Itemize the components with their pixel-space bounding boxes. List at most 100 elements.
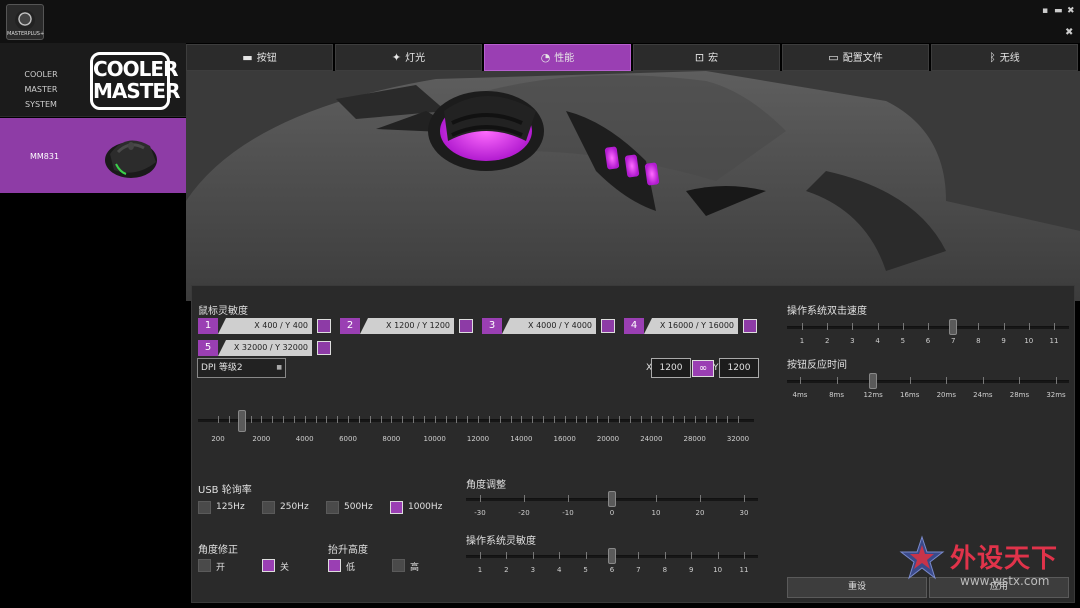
dpi-slot-5[interactable]: 5 X 32000 / Y 32000 (198, 340, 338, 356)
slider-minor-tick (608, 416, 609, 423)
slider-tick-label: 9 (688, 566, 694, 574)
dpi-slot-3[interactable]: 3 X 4000 / Y 4000 (482, 318, 622, 334)
dpi-slot-color-swatch[interactable] (743, 319, 757, 333)
slider-track[interactable] (198, 419, 754, 422)
slider-tick-label: 16000 (553, 435, 576, 443)
slider-tick (638, 552, 640, 559)
title-bar: MASTERPLUS+ ▪ ▬ ✖ ✖ (0, 0, 1080, 43)
lift-off-option-checkbox[interactable] (392, 559, 405, 572)
pin-icon[interactable]: ✖ (1065, 27, 1073, 38)
slider-tick (656, 495, 657, 502)
tab-profiles[interactable]: ▭ 配置文件 (782, 44, 929, 71)
slider-tick (852, 323, 854, 330)
dpi-y-input[interactable]: 1200 (719, 358, 759, 378)
slider-thumb[interactable] (608, 548, 616, 564)
chevron-down-icon: ■ (276, 364, 282, 371)
slider-tick-label: 3 (530, 566, 536, 574)
angle-snap-option-checkbox[interactable] (198, 559, 211, 572)
profile-icon: ▭ (828, 51, 839, 64)
dpi-slot-color-swatch[interactable] (459, 319, 473, 333)
slider-tick (717, 552, 719, 559)
polling-option-checkbox[interactable] (262, 501, 275, 514)
masterplus-logo: MASTERPLUS+ (6, 4, 44, 40)
dpi-slot-value: X 1200 / Y 1200 (360, 318, 454, 334)
dpi-level-select[interactable]: DPI 等级2 ■ (197, 358, 286, 378)
slider-tick-label: 10 (1024, 337, 1034, 345)
slider-minor-tick (413, 416, 414, 423)
slider-minor-tick (553, 416, 555, 423)
dpi-slot-color-swatch[interactable] (317, 319, 331, 333)
slider-thumb[interactable] (869, 373, 878, 389)
slider-tick (1019, 377, 1021, 384)
slider-thumb[interactable] (238, 410, 247, 432)
slider-tick-label: 11 (739, 566, 749, 574)
tab-lighting[interactable]: ✦ 灯光 (335, 44, 482, 71)
dpi-slot-2[interactable]: 2 X 1200 / Y 1200 (340, 318, 480, 334)
polling-option-checkbox[interactable] (390, 501, 403, 514)
slider-minor-tick (478, 416, 479, 423)
angle-snap-option-checkbox[interactable] (262, 559, 275, 572)
slider-thumb[interactable] (608, 491, 616, 507)
os-sensitivity-slider[interactable]: 1 2 3 4 5 6 7 8 9 10 11 (466, 548, 758, 578)
slider-tick (664, 552, 666, 559)
lift-off-option-checkbox[interactable] (328, 559, 341, 572)
slider-tick-label: 12000 (466, 435, 490, 443)
slider-tick-label: 8ms (829, 391, 845, 399)
response-time-title: 按钮反应时间 (787, 360, 847, 371)
sidebar-item-device[interactable]: MM831 (0, 118, 186, 193)
logo-line-1: COOLER (93, 57, 179, 81)
slider-minor-tick (716, 416, 718, 423)
polling-option-checkbox[interactable] (326, 501, 339, 514)
slider-minor-tick (337, 416, 339, 423)
slider-tick (877, 323, 879, 330)
maximize-icon[interactable]: ▬ (1054, 6, 1063, 16)
dpi-slot-number: 4 (624, 318, 644, 334)
dpi-slot-color-swatch[interactable] (601, 319, 615, 333)
dpi-slot-color-swatch[interactable] (317, 341, 331, 355)
watermark-url: www.wstx.com (960, 574, 1050, 588)
tab-bar: ▬ 按钮 ✦ 灯光 ◔ 性能 ⊡ 宏 ▭ 配置文件 ᛒ 无线 (186, 43, 1080, 71)
polling-option-checkbox[interactable] (198, 501, 211, 514)
close-icon[interactable]: ✖ (1067, 6, 1075, 16)
slider-tick-label: 14000 (510, 435, 533, 443)
tab-performance[interactable]: ◔ 性能 (484, 44, 631, 71)
slider-tick-label: -10 (562, 509, 574, 517)
link-axes-icon[interactable]: ∞ (692, 360, 714, 377)
lightbulb-icon: ✦ (391, 51, 402, 64)
slider-tick (744, 495, 745, 502)
double-click-slider[interactable]: 1 2 3 4 5 6 7 8 9 10 11 (787, 319, 1069, 349)
slider-minor-tick (738, 416, 739, 423)
tab-label: 性能 (554, 53, 575, 64)
slider-tick (836, 377, 838, 384)
slider-track[interactable] (787, 380, 1069, 383)
tab-buttons[interactable]: ▬ 按钮 (186, 44, 333, 71)
slider-minor-tick (694, 416, 696, 423)
slider-tick (1056, 377, 1057, 384)
tab-macro[interactable]: ⊡ 宏 (633, 44, 780, 71)
slider-tick-label: 6000 (339, 435, 357, 443)
slider-tick (506, 552, 508, 559)
slider-tick-label: 4 (556, 566, 562, 574)
slider-minor-tick (218, 416, 219, 423)
dpi-slot-number: 5 (198, 340, 218, 356)
response-time-slider[interactable]: 4ms 8ms 12ms 16ms 20ms 24ms 28ms 32ms (787, 373, 1069, 403)
dpi-slot-4[interactable]: 4 X 16000 / Y 16000 (624, 318, 764, 334)
slider-minor-tick (618, 416, 620, 423)
slider-tick (691, 552, 693, 559)
angle-adjust-slider[interactable]: -30 -20 -10 0 10 20 30 (466, 491, 758, 521)
gauge-icon: ◔ (540, 51, 551, 64)
tab-wireless[interactable]: ᛒ 无线 (931, 44, 1078, 71)
polling-option-label: 250Hz (280, 502, 309, 512)
slider-minor-tick (705, 416, 707, 423)
slider-thumb[interactable] (949, 319, 958, 335)
slider-tick-label: 4ms (792, 391, 808, 399)
slider-minor-tick (261, 416, 263, 423)
dpi-slider[interactable]: 200 2000 4000 6000 8000 10000 12000 14000 16000 2… (198, 410, 754, 446)
dpi-x-input[interactable]: 1200 (651, 358, 691, 378)
slider-minor-tick (532, 416, 534, 423)
dpi-slot-1[interactable]: 1 X 400 / Y 400 (198, 318, 338, 334)
brand-header: COOLER MASTER SYSTEM COOLER MASTER (0, 43, 186, 117)
angle-adjust-title: 角度调整 (466, 480, 506, 491)
slider-tick (827, 323, 829, 330)
minimize-icon[interactable]: ▪ (1042, 6, 1048, 16)
